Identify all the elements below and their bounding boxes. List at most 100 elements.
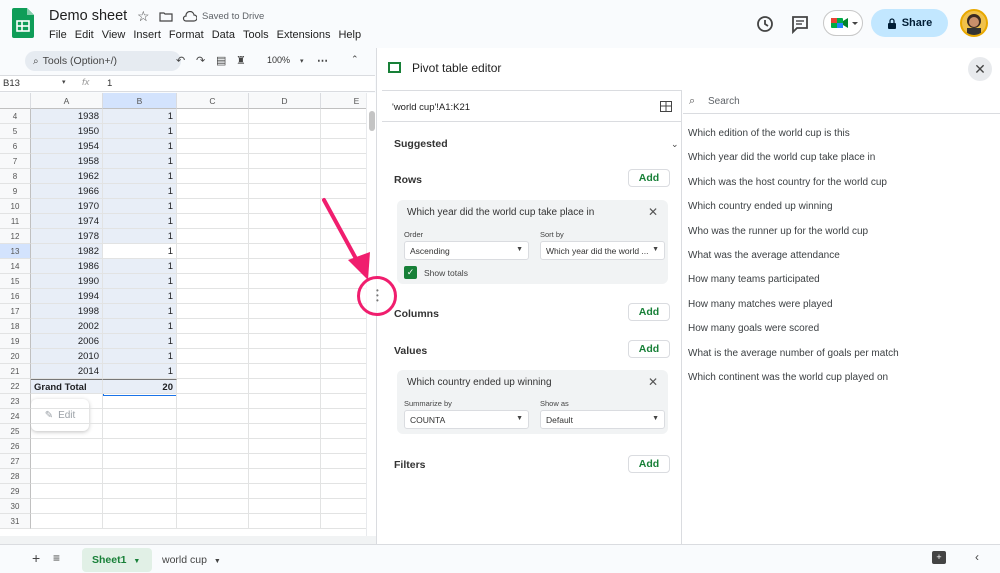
cloud-saved-icon[interactable] bbox=[182, 11, 197, 22]
cell-empty[interactable] bbox=[177, 394, 249, 409]
cell-empty[interactable] bbox=[249, 379, 321, 394]
cell-empty[interactable] bbox=[177, 439, 249, 454]
suggested-question[interactable]: Which continent was the world cup played… bbox=[688, 372, 888, 383]
cell-empty[interactable] bbox=[177, 514, 249, 529]
cell-empty[interactable] bbox=[321, 499, 366, 514]
column-header-e[interactable]: E bbox=[321, 93, 366, 109]
cell-a[interactable]: 2002 bbox=[31, 319, 103, 334]
cell-empty[interactable] bbox=[177, 319, 249, 334]
column-header-b[interactable]: B bbox=[103, 93, 177, 109]
cell-b[interactable] bbox=[103, 469, 177, 484]
menu-file[interactable]: File bbox=[49, 29, 67, 41]
row-header[interactable]: 28 bbox=[0, 469, 31, 484]
cell-empty[interactable] bbox=[177, 274, 249, 289]
menu-edit[interactable]: Edit bbox=[75, 29, 94, 41]
cell-empty[interactable] bbox=[177, 154, 249, 169]
suggested-question[interactable]: Which year did the world cup take place … bbox=[688, 152, 875, 163]
cell-a[interactable]: 1950 bbox=[31, 124, 103, 139]
order-select[interactable]: Ascending ▼ bbox=[404, 241, 529, 260]
menu-insert[interactable]: Insert bbox=[133, 29, 161, 41]
cell-b[interactable]: 1 bbox=[103, 304, 177, 319]
chevron-left-icon[interactable]: ‹ bbox=[975, 550, 979, 564]
cell-empty[interactable] bbox=[321, 349, 366, 364]
cell-empty[interactable] bbox=[177, 424, 249, 439]
row-header[interactable]: 21 bbox=[0, 364, 31, 379]
suggested-question[interactable]: How many matches were played bbox=[688, 299, 833, 310]
cell-empty[interactable] bbox=[177, 124, 249, 139]
cell-b[interactable] bbox=[103, 424, 177, 439]
cell-empty[interactable] bbox=[249, 349, 321, 364]
cell-empty[interactable] bbox=[321, 424, 366, 439]
cell-b[interactable]: 1 bbox=[103, 169, 177, 184]
sheets-logo-icon[interactable] bbox=[12, 8, 34, 38]
paint-format-icon[interactable]: ♜ bbox=[236, 54, 246, 67]
row-header[interactable]: 8 bbox=[0, 169, 31, 184]
cell-empty[interactable] bbox=[321, 514, 366, 529]
row-header[interactable]: 20 bbox=[0, 349, 31, 364]
cell-a[interactable]: 2010 bbox=[31, 349, 103, 364]
horizontal-scrollbar[interactable] bbox=[0, 536, 376, 544]
add-columns-button[interactable]: Add bbox=[628, 303, 670, 321]
cell-a[interactable]: 1970 bbox=[31, 199, 103, 214]
sheet-tab-sheet1[interactable]: Sheet1 ▼ bbox=[82, 548, 152, 572]
tools-search[interactable]: ⌕ Tools (Option+/) bbox=[25, 51, 181, 71]
collapse-toolbar-icon[interactable]: ⌃ bbox=[351, 54, 359, 65]
row-header[interactable]: 24 bbox=[0, 409, 31, 424]
cell-empty[interactable] bbox=[249, 469, 321, 484]
cell-empty[interactable] bbox=[249, 319, 321, 334]
cell-empty[interactable] bbox=[177, 289, 249, 304]
suggested-question[interactable]: How many teams participated bbox=[688, 274, 820, 285]
cell-a[interactable] bbox=[31, 514, 103, 529]
resize-handle-icon[interactable]: • • • bbox=[376, 287, 379, 305]
cell-a[interactable]: 1954 bbox=[31, 139, 103, 154]
cell-empty[interactable] bbox=[177, 244, 249, 259]
row-header[interactable]: 10 bbox=[0, 199, 31, 214]
cell-empty[interactable] bbox=[321, 409, 366, 424]
cell-empty[interactable] bbox=[177, 199, 249, 214]
cell-empty[interactable] bbox=[321, 334, 366, 349]
cell-b[interactable]: 1 bbox=[103, 364, 177, 379]
cell-b[interactable]: 20 bbox=[103, 379, 177, 394]
suggested-question[interactable]: How many goals were scored bbox=[688, 323, 819, 334]
cell-b[interactable]: 1 bbox=[103, 154, 177, 169]
cell-a[interactable] bbox=[31, 439, 103, 454]
cell-a[interactable] bbox=[31, 469, 103, 484]
row-header[interactable]: 25 bbox=[0, 424, 31, 439]
cell-empty[interactable] bbox=[249, 439, 321, 454]
row-header[interactable]: 17 bbox=[0, 304, 31, 319]
column-header-d[interactable]: D bbox=[249, 93, 321, 109]
cell-b[interactable]: 1 bbox=[103, 229, 177, 244]
cell-empty[interactable] bbox=[249, 139, 321, 154]
cell-empty[interactable] bbox=[177, 499, 249, 514]
cell-empty[interactable] bbox=[249, 274, 321, 289]
add-filters-button[interactable]: Add bbox=[628, 455, 670, 473]
row-header[interactable]: 13 bbox=[0, 244, 31, 259]
remove-row-field-icon[interactable]: ✕ bbox=[648, 205, 658, 219]
cell-empty[interactable] bbox=[249, 364, 321, 379]
spreadsheet-grid[interactable]: A B C D E ✎ Edit 4 1938 1 5 1950 1 6 1954 1 7 1958… bbox=[0, 93, 366, 538]
undo-icon[interactable]: ↶ bbox=[176, 54, 185, 67]
row-header[interactable]: 26 bbox=[0, 439, 31, 454]
row-header[interactable]: 31 bbox=[0, 514, 31, 529]
suggested-question[interactable]: Which was the host country for the world… bbox=[688, 177, 887, 188]
cell-empty[interactable] bbox=[321, 379, 366, 394]
cell-b[interactable] bbox=[103, 499, 177, 514]
suggested-question[interactable]: What is the average number of goals per … bbox=[688, 348, 899, 359]
more-options-icon[interactable]: ⋯ bbox=[317, 54, 328, 67]
cell-empty[interactable] bbox=[249, 184, 321, 199]
cell-a[interactable]: 2006 bbox=[31, 334, 103, 349]
row-header[interactable]: 23 bbox=[0, 394, 31, 409]
row-header[interactable]: 18 bbox=[0, 319, 31, 334]
cell-a[interactable]: 1958 bbox=[31, 154, 103, 169]
all-sheets-icon[interactable]: ≡ bbox=[53, 551, 60, 565]
cell-b[interactable]: 1 bbox=[103, 214, 177, 229]
cell-empty[interactable] bbox=[249, 169, 321, 184]
cell-a[interactable]: 1982 bbox=[31, 244, 103, 259]
summarize-select[interactable]: COUNTA ▼ bbox=[404, 410, 529, 429]
row-header[interactable]: 4 bbox=[0, 109, 31, 124]
cell-a[interactable] bbox=[31, 454, 103, 469]
suggested-question[interactable]: Which edition of the world cup is this bbox=[688, 128, 850, 139]
add-values-button[interactable]: Add bbox=[628, 340, 670, 358]
version-history-icon[interactable] bbox=[754, 13, 776, 35]
cell-empty[interactable] bbox=[249, 109, 321, 124]
